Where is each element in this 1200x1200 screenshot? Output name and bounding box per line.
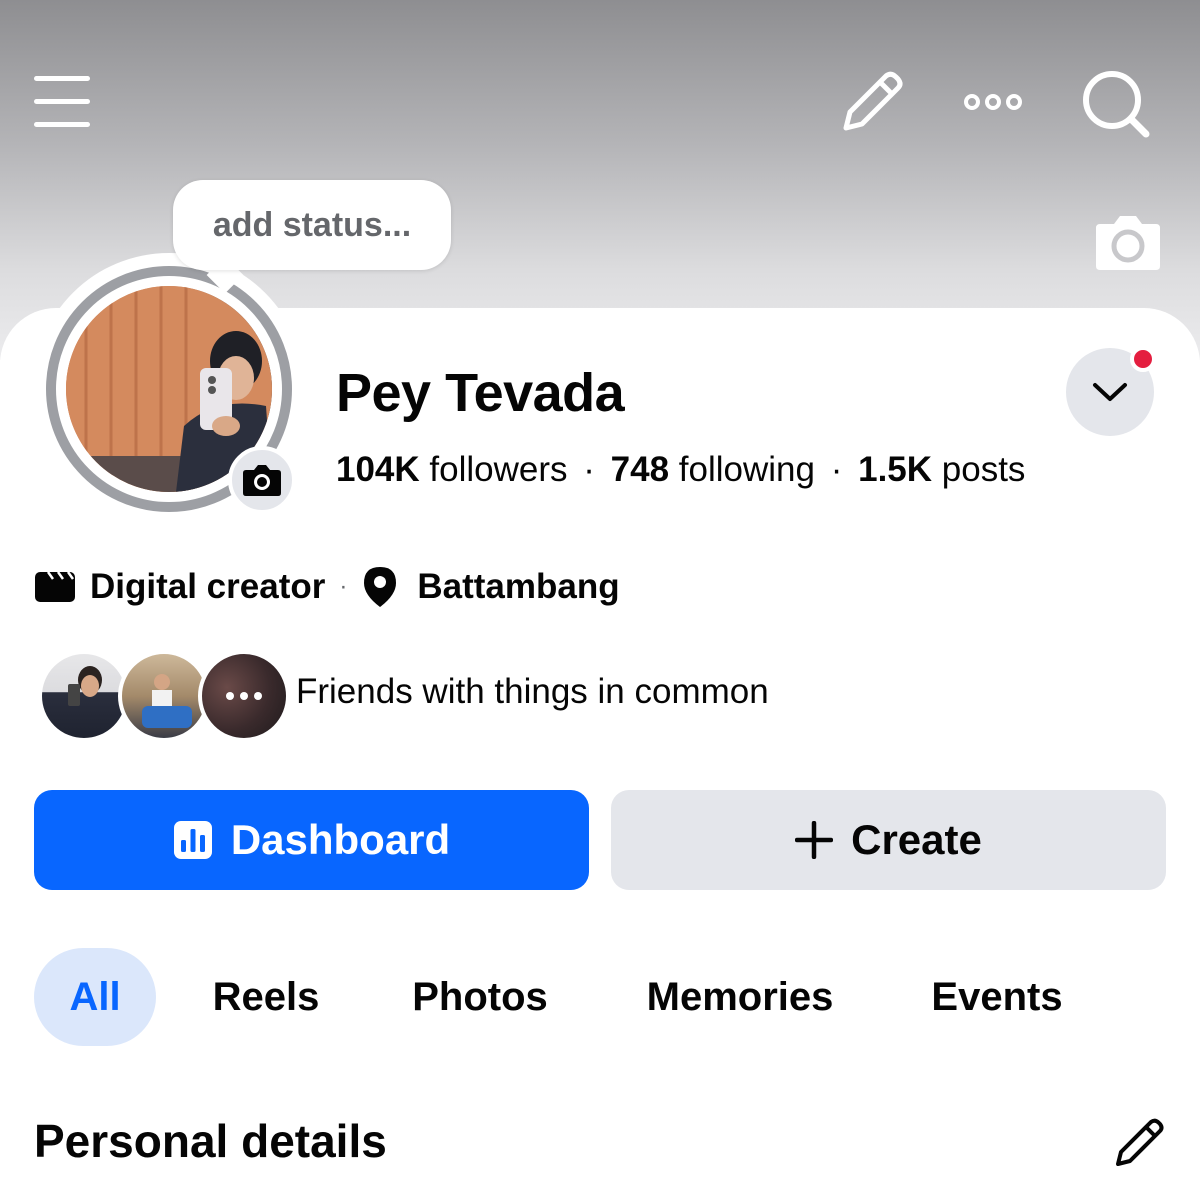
edit-icon[interactable]: [1112, 1116, 1166, 1170]
location-label[interactable]: Battambang: [417, 567, 619, 607]
friends-common-text[interactable]: Friends with things in common: [296, 672, 769, 712]
personal-details-title: Personal details: [34, 1115, 387, 1167]
tab-label: Photos: [412, 974, 548, 1019]
create-label: Create: [851, 816, 982, 863]
friend-avatar[interactable]: [38, 650, 130, 742]
search-icon[interactable]: [1080, 68, 1152, 140]
friend-avatar[interactable]: [118, 650, 210, 742]
tab-events[interactable]: Events: [912, 948, 1082, 1046]
plus-icon: [795, 821, 834, 859]
tab-photos[interactable]: Photos: [392, 948, 568, 1046]
info-separator: ·: [339, 573, 348, 600]
followers-count[interactable]: 104K: [336, 450, 420, 489]
stats-separator: ·: [830, 450, 843, 489]
friend-avatar-image: [68, 666, 102, 706]
category-label: Digital creator: [90, 567, 326, 606]
location-pin-icon: [364, 567, 397, 607]
tab-reels[interactable]: Reels: [196, 948, 336, 1046]
dashboard-button[interactable]: Dashboard: [34, 790, 589, 890]
tab-label: Memories: [646, 974, 834, 1019]
camera-icon: [243, 465, 281, 496]
tab-label: Events: [931, 974, 1063, 1019]
followers-label[interactable]: followers: [429, 450, 567, 489]
chevron-down-icon: [1093, 383, 1127, 401]
friend-avatar-image: [142, 674, 192, 728]
menu-icon[interactable]: [34, 74, 90, 130]
more-friends-button[interactable]: [198, 650, 290, 742]
notification-dot: [1130, 346, 1156, 372]
create-button[interactable]: Create: [611, 790, 1166, 890]
profile-stats: 104K followers · 748 following · 1.5K po…: [336, 450, 1025, 490]
more-icon: [226, 692, 262, 700]
following-count[interactable]: 748: [611, 450, 669, 489]
profile-info-row: Digital creator · Battambang: [34, 560, 620, 614]
following-label[interactable]: following: [679, 450, 815, 489]
cover-camera-icon[interactable]: [1094, 212, 1162, 272]
tab-label: All: [69, 974, 121, 1019]
posts-count: 1.5K: [858, 450, 933, 489]
posts-label: posts: [941, 450, 1026, 489]
dashboard-icon: [173, 821, 212, 859]
profile-name: Pey Tevada: [336, 363, 625, 423]
dashboard-label: Dashboard: [230, 816, 451, 863]
avatar-camera-button[interactable]: [228, 446, 296, 514]
edit-icon[interactable]: [838, 70, 904, 136]
tab-label: Reels: [212, 974, 320, 1019]
tab-memories[interactable]: Memories: [624, 948, 856, 1046]
tab-all[interactable]: All: [34, 948, 156, 1046]
stats-separator: ·: [583, 450, 595, 489]
add-status-button[interactable]: add status...: [173, 180, 451, 270]
more-icon[interactable]: [960, 80, 1026, 124]
status-placeholder: add status...: [212, 205, 412, 244]
clapperboard-icon: [35, 571, 75, 602]
